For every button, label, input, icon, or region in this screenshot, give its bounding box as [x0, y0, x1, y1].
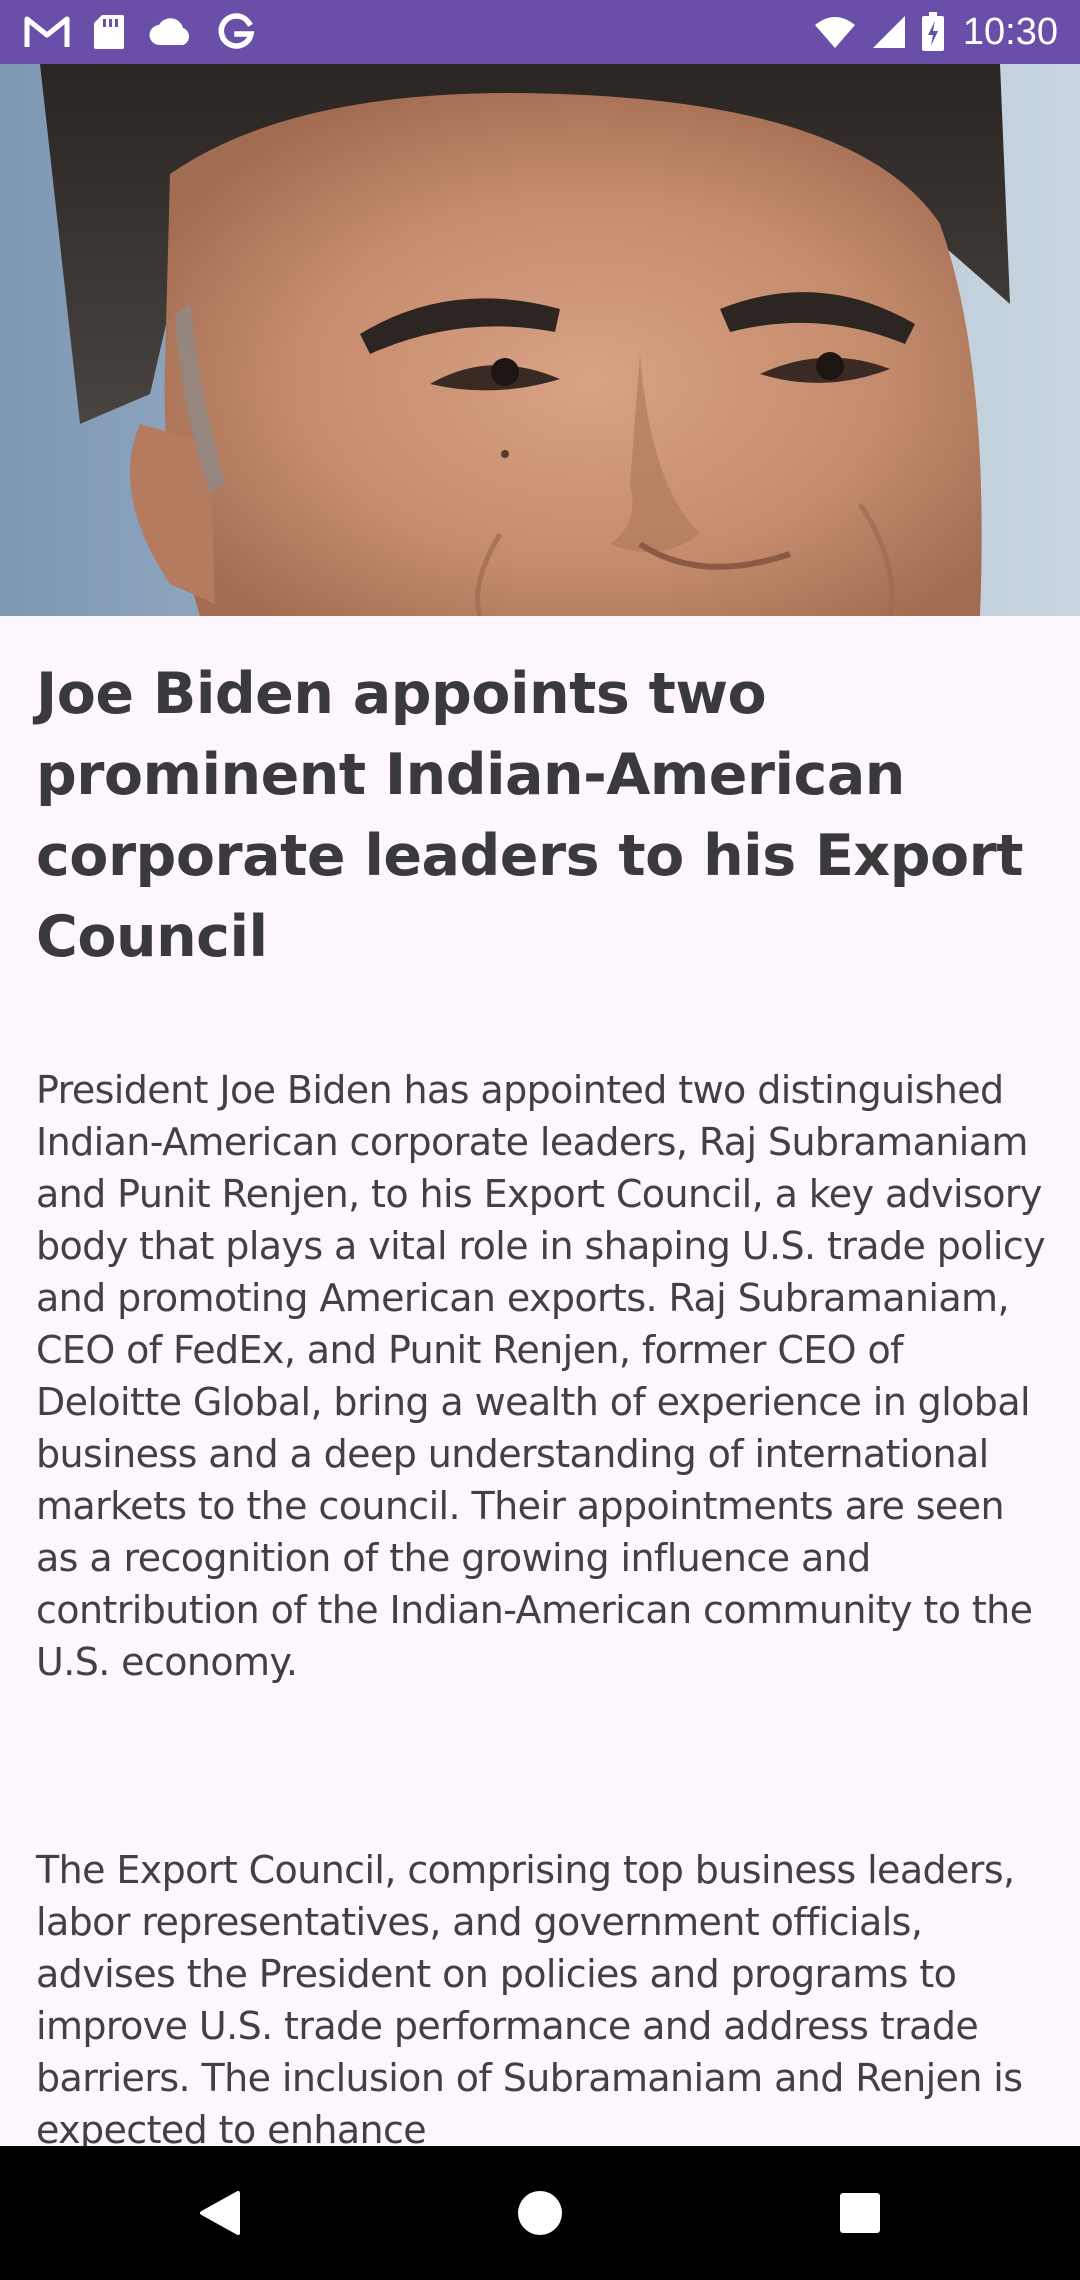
google-icon — [216, 12, 256, 52]
status-bar-system: 10:30 — [813, 0, 1058, 64]
status-bar-notifications — [24, 0, 256, 64]
wifi-icon — [813, 15, 857, 49]
article-body[interactable]: Joe Biden appoints two prominent Indian-… — [0, 616, 1080, 2146]
status-time: 10:30 — [962, 10, 1058, 53]
battery-charging-icon — [921, 12, 945, 52]
recents-icon — [840, 2193, 880, 2233]
article-paragraph: President Joe Biden has appointed two di… — [36, 1068, 1046, 1684]
gmail-icon — [24, 15, 70, 49]
home-button[interactable] — [460, 2146, 620, 2280]
back-button[interactable] — [140, 2146, 300, 2280]
article-title: Joe Biden appoints two prominent Indian-… — [36, 661, 1024, 970]
navigation-bar — [0, 2146, 1080, 2280]
status-bar: 10:30 — [0, 0, 1080, 64]
recents-button[interactable] — [780, 2146, 940, 2280]
back-icon — [200, 2191, 240, 2235]
cell-signal-icon — [871, 14, 907, 50]
cloud-icon — [148, 17, 194, 47]
article-paragraph: The Export Council, comprising top busin… — [36, 1848, 1023, 2146]
sd-card-icon — [92, 13, 126, 51]
article-hero-image — [0, 64, 1080, 616]
home-icon — [518, 2191, 562, 2235]
